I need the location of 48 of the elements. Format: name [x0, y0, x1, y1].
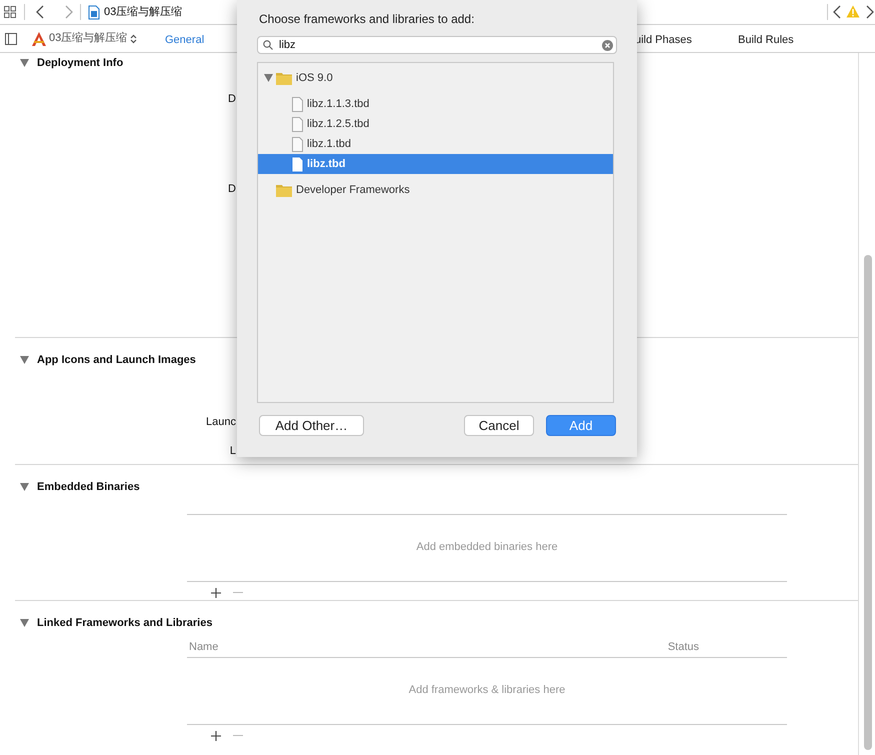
tab[interactable]: General — [165, 32, 204, 48]
column-header[interactable]: Name — [189, 638, 280, 656]
section-title: Embedded Binaries — [37, 480, 140, 495]
target-selector[interactable]: 03压缩与解压缩 — [49, 30, 128, 47]
field-label: D — [228, 92, 236, 104]
search-icon — [263, 40, 273, 50]
grid-icon[interactable] — [4, 6, 16, 18]
file-icon — [292, 156, 303, 172]
section-title: App Icons and Launch Images — [37, 353, 196, 368]
section-title: Deployment Info — [37, 56, 124, 71]
tree-row[interactable]: libz.1.2.5.tbd — [258, 114, 613, 134]
disclosure-triangle-icon[interactable] — [264, 74, 273, 82]
disclosure-triangle-icon[interactable] — [20, 619, 29, 628]
scrollbar-thumb[interactable] — [864, 255, 872, 750]
column-header[interactable]: Status — [668, 638, 785, 656]
tree-row[interactable]: libz.tbd — [258, 154, 613, 174]
add-icon[interactable] — [211, 730, 221, 740]
folder-icon — [276, 184, 292, 196]
updown-chevron-icon[interactable] — [130, 34, 138, 44]
tab[interactable]: Build Rules — [738, 32, 794, 48]
section-title: Linked Frameworks and Libraries — [37, 616, 212, 631]
tree-row[interactable]: libz.1.tbd — [258, 134, 613, 154]
field-label: L — [230, 444, 236, 456]
tree-row[interactable]: iOS 9.0 — [258, 68, 613, 88]
field-label: Launc — [206, 416, 236, 428]
disclosure-triangle-icon[interactable] — [20, 483, 29, 492]
forward-icon[interactable] — [866, 5, 874, 19]
file-icon — [292, 116, 303, 132]
file-icon — [292, 136, 303, 152]
app-icon — [31, 30, 47, 46]
dialog-button[interactable]: Cancel — [464, 415, 534, 436]
add-icon[interactable] — [211, 588, 221, 598]
back-icon[interactable] — [833, 5, 841, 19]
back-icon[interactable] — [36, 5, 44, 19]
sidebar-toggle-icon[interactable] — [5, 32, 17, 44]
tree-row[interactable]: Developer Frameworks — [258, 180, 613, 200]
search-field[interactable]: libz — [257, 36, 617, 54]
clear-icon[interactable] — [602, 40, 613, 50]
file-icon — [292, 96, 303, 112]
sheet-title: Choose frameworks and libraries to add: — [259, 11, 476, 28]
disclosure-triangle-icon[interactable] — [20, 356, 29, 364]
field-label: D — [228, 182, 236, 194]
disclosure-triangle-icon[interactable] — [20, 59, 29, 68]
tree-row[interactable]: libz.1.1.3.tbd — [258, 94, 613, 114]
breadcrumb-title[interactable]: 03压缩与解压缩 — [104, 4, 182, 20]
file-icon — [88, 4, 100, 20]
dialog-button[interactable]: Add Other… — [259, 415, 364, 436]
folder-icon — [276, 72, 292, 84]
